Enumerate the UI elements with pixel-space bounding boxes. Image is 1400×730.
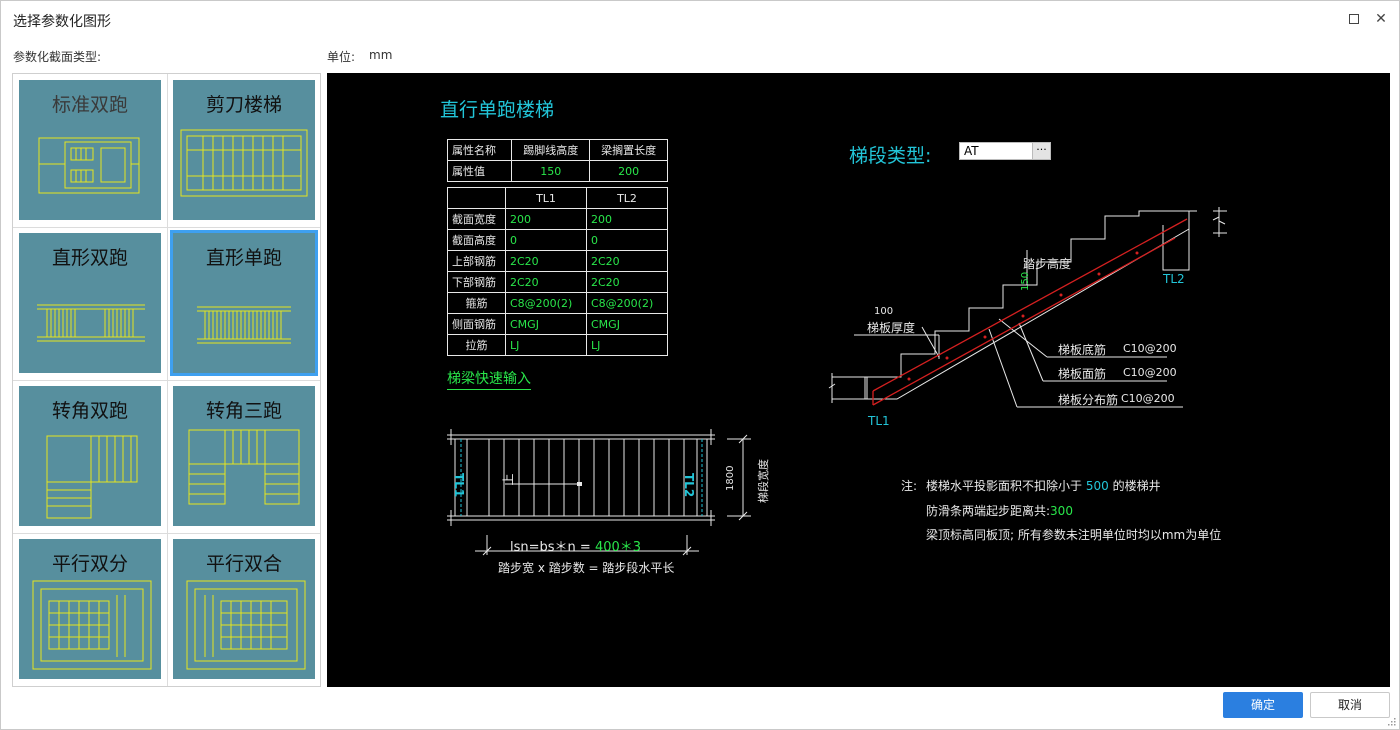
maximize-icon — [1349, 14, 1359, 24]
plan-tl2-label: TL2 — [682, 473, 696, 498]
tile-parallel-merge[interactable]: 平行双合 — [173, 539, 315, 679]
notes-prefix: 注: — [901, 479, 918, 493]
top-bar-value: C10@200 — [1123, 366, 1177, 379]
distribution-bar-value: C10@200 — [1121, 392, 1175, 405]
tile-straight-single-run[interactable]: 直形单跑 — [170, 230, 318, 376]
tile-corner-triple-run[interactable]: 转角三跑 — [173, 386, 315, 526]
bottom-bar-value: C10@200 — [1123, 342, 1177, 355]
resize-grip-icon[interactable] — [1388, 718, 1396, 726]
slab-thickness-value: 100 — [874, 306, 894, 317]
note-line-2: 防滑条两端起步距离共:300 — [926, 502, 1073, 519]
plan-width-label: 梯段宽度 — [757, 459, 770, 503]
arrow-head — [577, 482, 582, 486]
distribution-bar-label: 梯板分布筋 — [1058, 393, 1119, 407]
straight-single-run-icon — [197, 306, 291, 344]
plan-formula: lsn=bs＊n = 400＊3 — [510, 536, 641, 555]
shape-gallery: 标准双跑 剪刀楼梯 直形双跑 直形单跑 转角双跑 转角三跑 平行双分 平行双合 — [12, 73, 321, 687]
step-height-value: 150 — [1020, 271, 1031, 291]
cancel-button[interactable]: 取消 — [1310, 692, 1390, 718]
note-line-1-a: 楼梯水平投影面积不扣除小于 — [926, 479, 1083, 493]
formula-values: 400＊3 — [594, 540, 642, 555]
formula-prefix: lsn=bs＊n = — [510, 540, 595, 555]
plan-formula-caption: 踏步宽 x 踏步数 = 踏步段水平长 — [498, 561, 675, 575]
ok-button[interactable]: 确定 — [1223, 692, 1303, 718]
dialog-window: 选择参数化图形 ✕ 参数化截面类型: 单位: mm 标准双跑 剪刀楼梯 直形双跑… — [0, 0, 1400, 730]
note-line-1: 楼梯水平投影面积不扣除小于 500 的楼梯井 — [926, 477, 1161, 494]
dialog-title: 选择参数化图形 — [13, 14, 111, 30]
straight-double-run-icon — [37, 304, 145, 342]
note-line-1-b: 的楼梯井 — [1112, 479, 1161, 493]
stair-drawings — [447, 207, 1227, 556]
plan-tl1-label: TL1 — [452, 473, 466, 498]
tile-straight-double-run[interactable]: 直形双跑 — [19, 233, 161, 373]
parallel-split-icon — [32, 580, 152, 670]
tile-standard-double-run[interactable]: 标准双跑 — [19, 80, 161, 220]
corner-triple-run-icon — [188, 429, 300, 505]
unit-value: mm — [369, 48, 393, 62]
plan-up-label: 上 — [501, 473, 516, 486]
plan-width-value: 1800 — [725, 465, 736, 491]
gallery-divider — [13, 533, 320, 534]
tile-scissor-stair[interactable]: 剪刀楼梯 — [173, 80, 315, 220]
step-height-label: 踏步高度 — [1023, 257, 1072, 271]
unit-label: 单位: — [327, 50, 356, 64]
corner-double-run-icon — [46, 435, 138, 519]
section-tl1-label: TL1 — [868, 414, 890, 428]
section-tl2-label: TL2 — [1163, 272, 1185, 286]
bottom-bar-label: 梯板底筋 — [1058, 343, 1107, 357]
tile-parallel-split[interactable]: 平行双分 — [19, 539, 161, 679]
note-line-2-value: 300 — [1050, 504, 1073, 518]
note-line-1-value: 500 — [1085, 479, 1109, 493]
close-button[interactable]: ✕ — [1371, 9, 1391, 29]
gallery-divider — [13, 380, 320, 381]
note-line-2-a: 防滑条两端起步距离共: — [926, 504, 1051, 518]
standard-double-run-icon — [38, 137, 140, 194]
title-bar: 选择参数化图形 ✕ — [1, 1, 1399, 39]
scissor-stair-icon — [180, 129, 308, 197]
gallery-divider — [13, 227, 320, 228]
slab-thickness-label: 梯板厚度 — [867, 321, 916, 335]
close-icon: ✕ — [1375, 11, 1387, 27]
maximize-button[interactable] — [1344, 9, 1364, 29]
preview-canvas: 直行单跑楼梯 属性名称 踢脚线高度 梁搁置长度 属性值 150 200 TL1 … — [327, 73, 1390, 687]
section-type-label: 参数化截面类型: — [13, 50, 102, 64]
tile-corner-double-run[interactable]: 转角双跑 — [19, 386, 161, 526]
note-line-3: 梁顶标高同板顶; 所有参数未注明单位时均以mm为单位 — [926, 528, 1222, 542]
parallel-merge-icon — [186, 580, 306, 670]
top-bar-label: 梯板面筋 — [1058, 367, 1107, 381]
